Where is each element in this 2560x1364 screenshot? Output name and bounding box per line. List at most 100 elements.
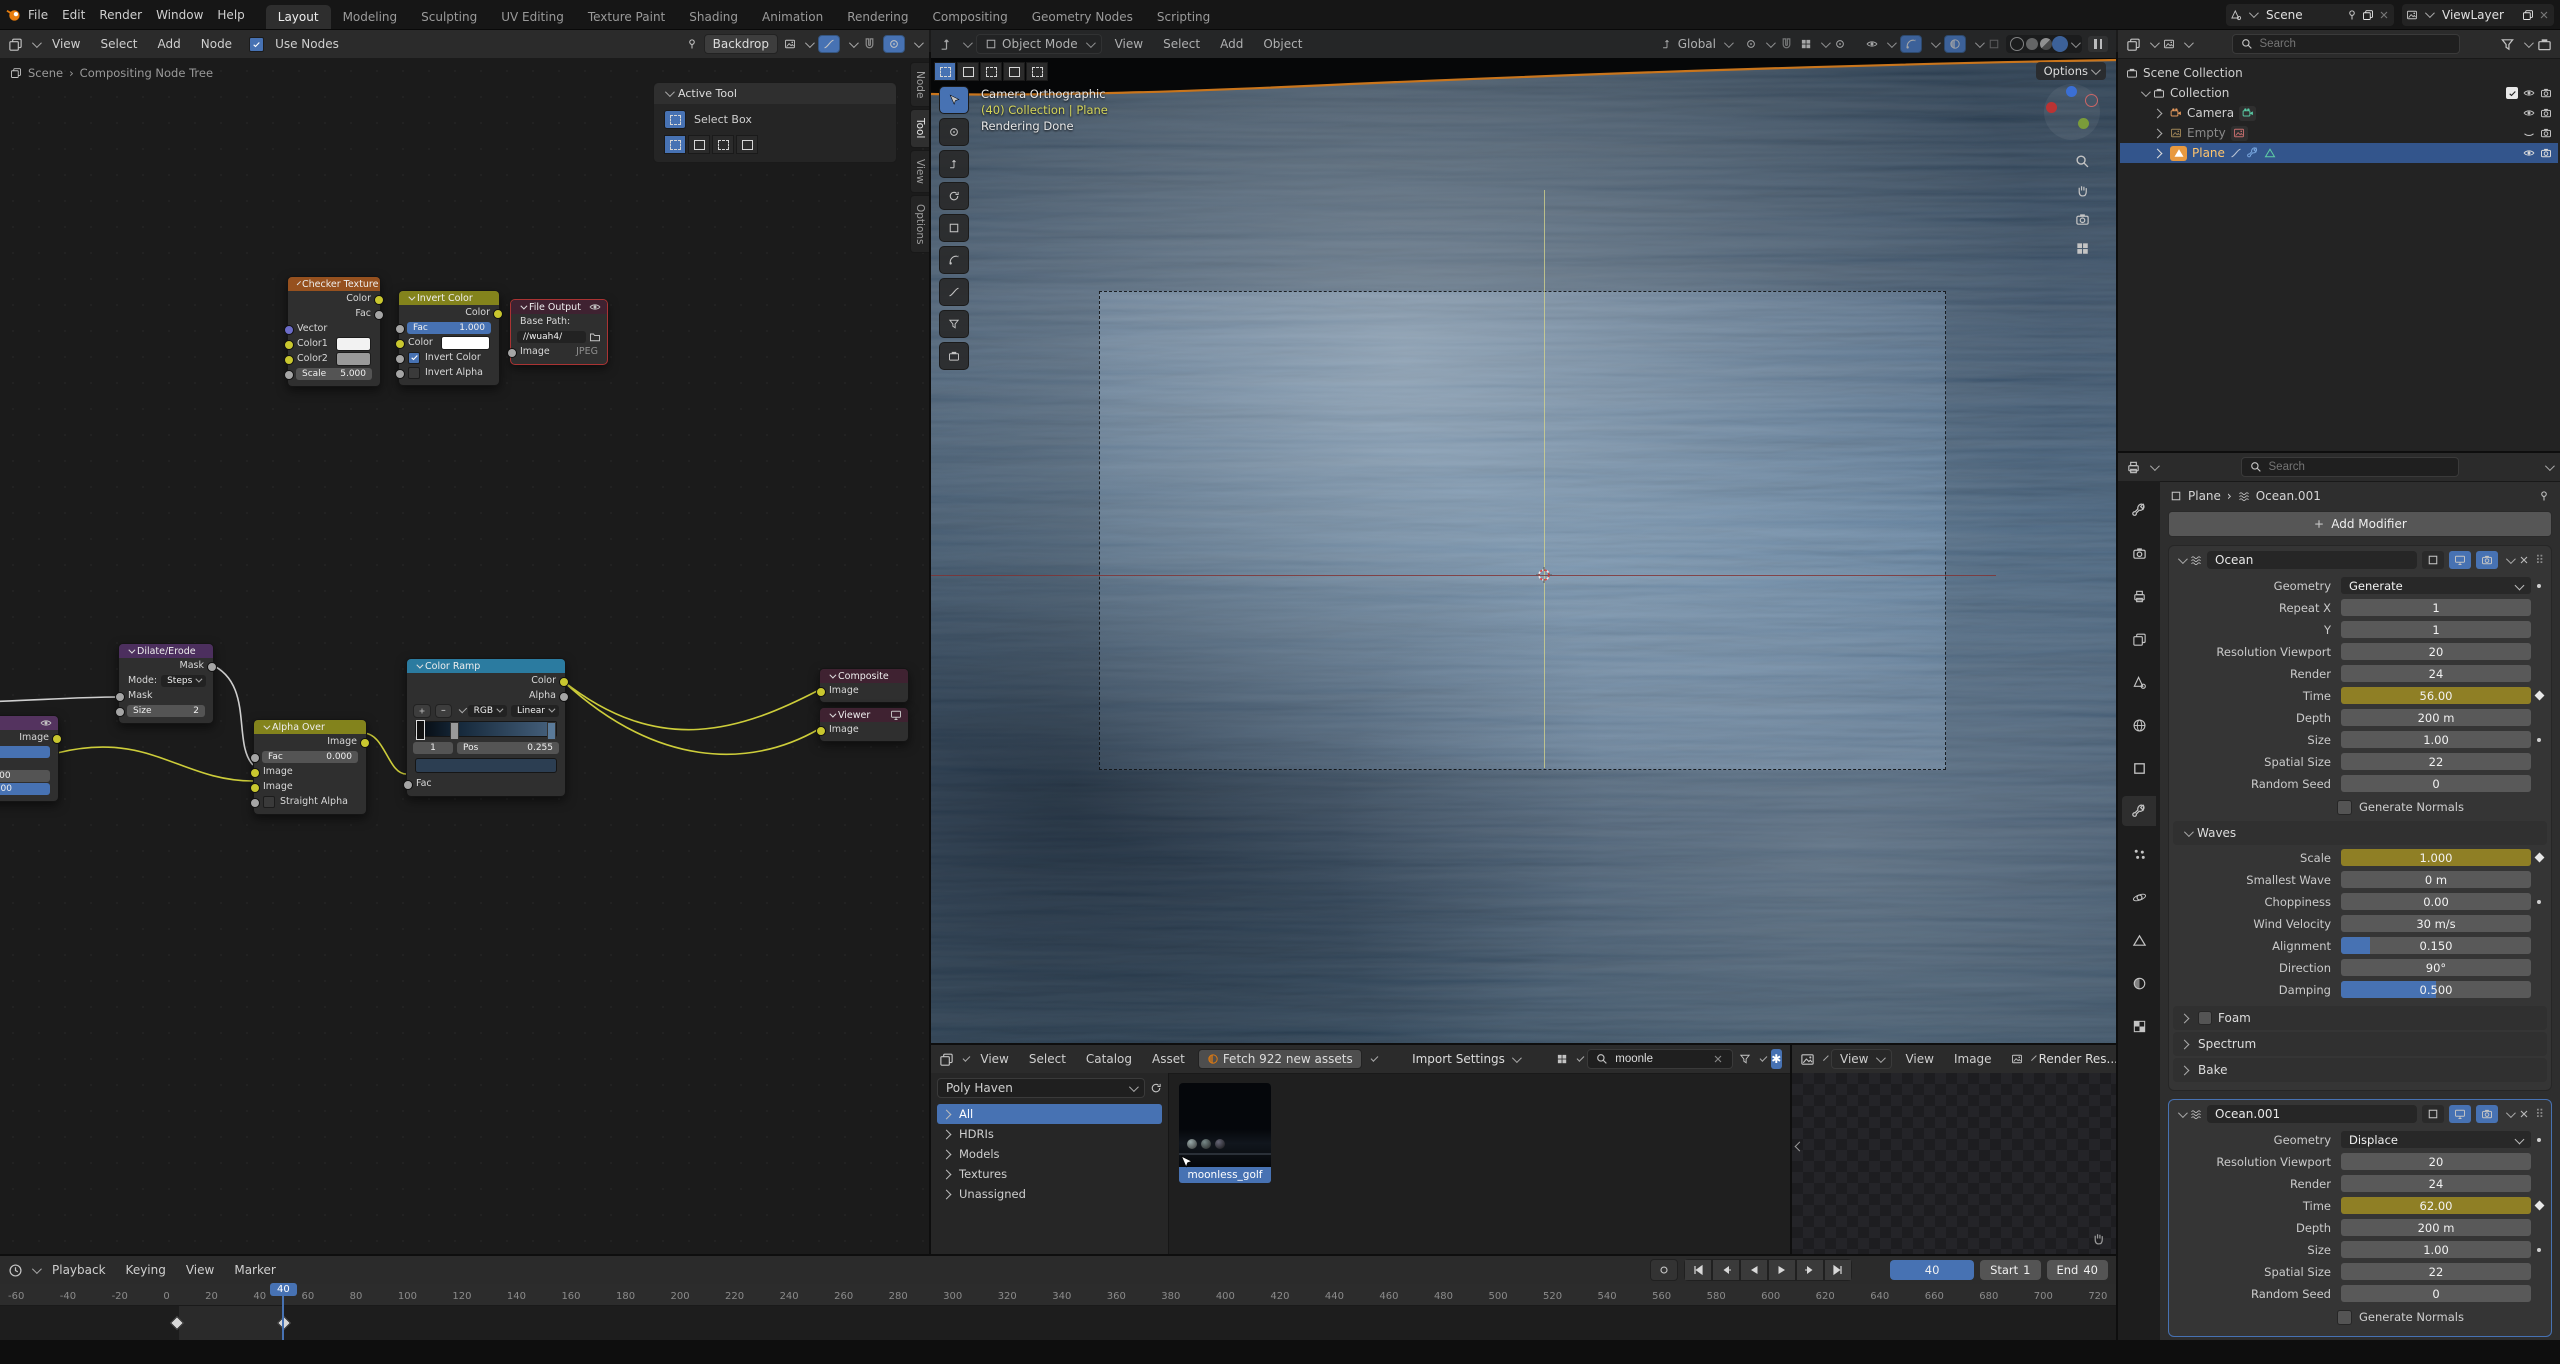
compositor-menu[interactable]: Add	[151, 35, 188, 53]
tool-add-cube[interactable]	[939, 342, 969, 370]
hide-eye-icon[interactable]	[2523, 107, 2535, 119]
tab-object[interactable]	[2122, 753, 2156, 783]
timeline-menu[interactable]: Keying	[119, 1261, 173, 1279]
sidebar-tab[interactable]: Node	[910, 62, 929, 107]
overlays-toggle-icon[interactable]	[1944, 35, 1966, 53]
new-collection-icon[interactable]	[2537, 37, 2552, 52]
camera-data-icon[interactable]	[2242, 107, 2254, 119]
gizmos-toggle-icon[interactable]	[1900, 35, 1922, 53]
image-datablock-name[interactable]: Render Res...	[2039, 1052, 2116, 1066]
outliner-row-scene-collection[interactable]: Scene Collection	[2120, 63, 2558, 83]
add-stop-button[interactable]	[413, 704, 431, 718]
sidebar-tab[interactable]: View	[910, 150, 929, 193]
asset-settings-gear[interactable]: ✱	[1771, 1049, 1782, 1069]
snap-target-icon[interactable]	[1800, 38, 1812, 50]
interpolation-dropdown[interactable]: Linear	[511, 705, 559, 717]
expand-icon[interactable]	[2141, 87, 2151, 97]
clear-search-icon[interactable]	[1712, 1053, 1724, 1065]
editor-type-icon[interactable]	[1800, 1052, 1815, 1067]
tab-particles[interactable]	[2122, 839, 2156, 869]
tab-render[interactable]	[2122, 538, 2156, 568]
keyframe-decorator[interactable]	[2531, 692, 2547, 699]
realtime-toggle[interactable]	[2449, 1105, 2471, 1123]
node-speckle[interactable]: ckle Image 1.000 T... 3.900 b... 1.000	[0, 715, 59, 802]
tab-material[interactable]	[2122, 968, 2156, 998]
object-visibility-icon[interactable]	[1866, 38, 1878, 50]
modifier-name-field[interactable]: Ocean	[2207, 551, 2417, 569]
tab-modifiers[interactable]	[2122, 796, 2156, 826]
workspace-tab[interactable]: Modeling	[331, 5, 410, 29]
catalog-row[interactable]: Textures	[937, 1164, 1162, 1184]
foam-checkbox[interactable]	[2198, 1011, 2212, 1025]
search-input[interactable]	[1613, 1052, 1707, 1066]
edit-mode-toggle[interactable]	[2422, 551, 2444, 569]
hide-eye-icon[interactable]	[2523, 87, 2535, 99]
select-mode-subtract[interactable]	[712, 135, 734, 154]
tab-physics[interactable]	[2122, 882, 2156, 912]
drag-handle[interactable]: ⠿	[2535, 553, 2545, 567]
ortho-toggle-icon[interactable]	[2075, 241, 2090, 256]
node-file-output[interactable]: File Output Base Path: //wuah4/ ImageJPE…	[510, 299, 608, 365]
outliner-row-camera[interactable]: Camera	[2120, 103, 2558, 123]
collapse-chevron[interactable]	[2178, 1108, 2188, 1118]
close-icon[interactable]	[2378, 9, 2390, 21]
image-mode-dropdown[interactable]: View	[1831, 1049, 1892, 1069]
import-settings-dropdown[interactable]: Import Settings	[1404, 1050, 1527, 1068]
play-reverse-button[interactable]	[1740, 1259, 1768, 1281]
asset-menu[interactable]: View	[973, 1050, 1015, 1068]
pin-icon[interactable]	[2346, 9, 2358, 21]
mesh-data-icon[interactable]	[2264, 147, 2276, 159]
keyframe-decorator[interactable]	[2531, 584, 2547, 588]
asset-menu[interactable]: Catalog	[1079, 1050, 1139, 1068]
image-data-icon[interactable]	[2233, 127, 2245, 139]
color-ramp-gradient[interactable]	[415, 721, 557, 737]
tab-texture[interactable]	[2122, 1011, 2156, 1041]
compositor-menu[interactable]: Select	[93, 35, 144, 53]
outliner-row-empty[interactable]: Empty	[2120, 123, 2558, 143]
color1-swatch[interactable]	[336, 337, 371, 351]
property-field[interactable]: 0 m	[2341, 871, 2531, 888]
snap-target-icon[interactable]	[883, 35, 905, 53]
render-visibility-icon[interactable]	[2540, 147, 2552, 159]
property-field[interactable]: 1	[2341, 621, 2531, 638]
keyframe-decorator[interactable]	[2531, 738, 2547, 742]
workspace-tab[interactable]: Shading	[677, 5, 750, 29]
render-visibility-icon[interactable]	[2540, 87, 2552, 99]
tab-world[interactable]	[2122, 710, 2156, 740]
select-mode-intersect[interactable]	[736, 135, 758, 154]
mode-dropdown[interactable]: Object Mode	[976, 34, 1102, 54]
expand-icon[interactable]	[2153, 148, 2163, 158]
search-input[interactable]	[2258, 37, 2412, 51]
eye-icon[interactable]	[589, 301, 601, 313]
collapse-chevron[interactable]	[2178, 554, 2188, 564]
property-field[interactable]: 1.000	[2341, 849, 2531, 866]
select-box-tool-icon[interactable]	[664, 110, 686, 129]
generate-normals-checkbox[interactable]: Generate Normals	[2337, 1307, 2547, 1327]
play-button[interactable]	[1768, 1259, 1796, 1281]
property-field[interactable]: 56.00	[2341, 687, 2531, 704]
keyframe-decorator[interactable]	[2531, 1138, 2547, 1142]
color-mode-dropdown[interactable]: RGB	[468, 705, 507, 717]
viewport-menu[interactable]: Object	[1256, 35, 1309, 53]
catalog-row[interactable]: Unassigned	[937, 1184, 1162, 1204]
tool-rotate[interactable]	[939, 182, 969, 210]
collection-checkbox[interactable]	[2506, 87, 2518, 99]
topbar-menu[interactable]: File	[21, 6, 55, 24]
timeline-menu[interactable]: Playback	[45, 1261, 113, 1279]
hide-eye-icon[interactable]	[2523, 147, 2535, 159]
waves-subpanel-header[interactable]: Waves	[2173, 821, 2547, 845]
editor-type-icon[interactable]	[8, 37, 23, 52]
shading-wireframe-icon[interactable]	[2010, 37, 2024, 51]
stop-position-field[interactable]: Pos0.255	[457, 742, 559, 754]
axis-x-handle[interactable]	[2046, 102, 2057, 113]
outliner-row-collection[interactable]: Collection	[2120, 83, 2558, 103]
pause-button[interactable]	[2088, 36, 2108, 52]
node-composite[interactable]: Composite Image	[819, 668, 909, 703]
properties-search[interactable]	[2241, 457, 2459, 477]
ramp-options-chevron[interactable]	[458, 705, 466, 713]
render-toggle[interactable]	[2476, 1105, 2498, 1123]
filter-icon[interactable]	[2500, 37, 2515, 52]
property-field[interactable]: 0.500	[2341, 981, 2531, 998]
topbar-menu[interactable]: Help	[210, 6, 251, 24]
timeline-ruler[interactable]: -60 -40 -20 0 20 40 60 80 100 120 140	[0, 1284, 2116, 1306]
